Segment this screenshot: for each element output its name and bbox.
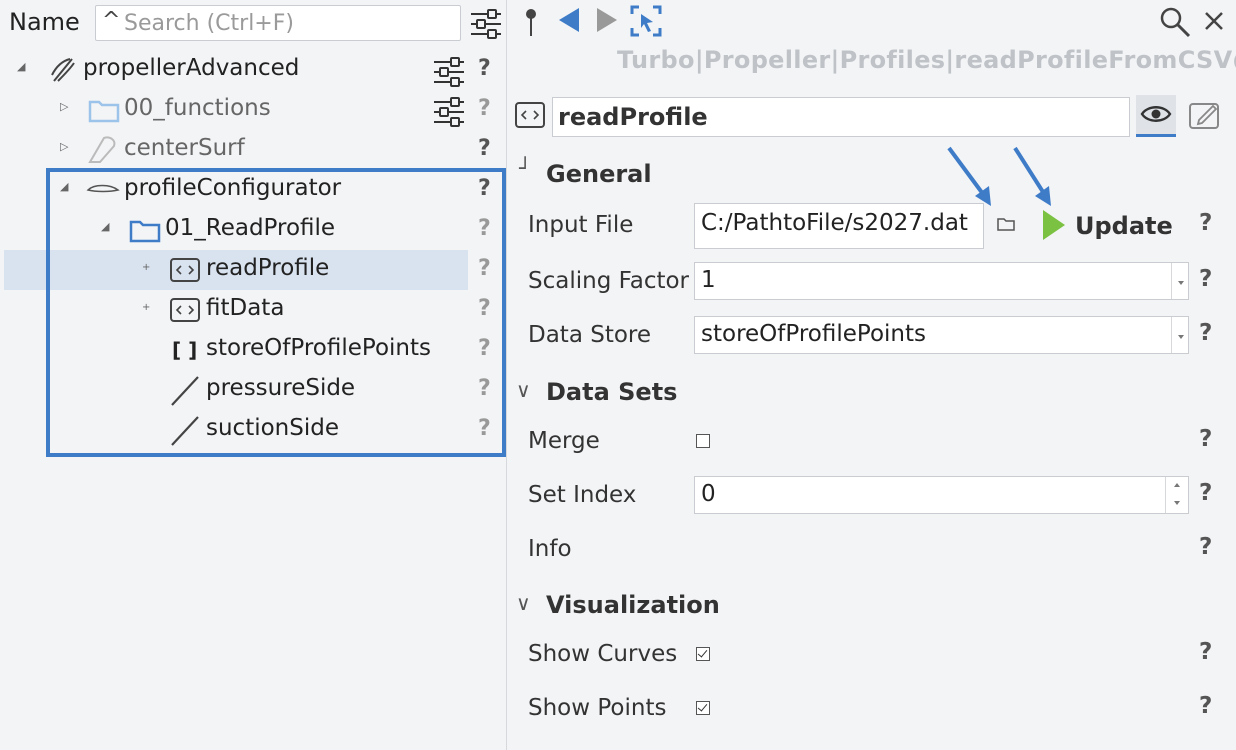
column-header-name: Name <box>9 8 80 36</box>
tree-item-00-functions[interactable]: ▷ 00_functions ? <box>0 90 506 130</box>
pin-icon[interactable] <box>521 6 541 38</box>
input-file-value: C:/PathtoFile/s2027.dat <box>701 210 968 236</box>
spin-up-icon[interactable] <box>1174 483 1180 487</box>
settings-sliders-icon[interactable] <box>434 57 464 87</box>
collapse-corner-icon[interactable]: ┘ <box>519 156 531 180</box>
search-icon[interactable] <box>1159 6 1193 38</box>
search-box: ^ <box>95 5 461 41</box>
tree-item-label: 00_functions <box>124 95 271 121</box>
help-icon[interactable]: ? <box>1199 639 1212 665</box>
help-icon[interactable]: ? <box>1199 693 1212 719</box>
input-file-field[interactable]: C:/PathtoFile/s2027.dat <box>694 203 984 249</box>
scaling-factor-label: Scaling Factor <box>528 268 690 294</box>
section-title: Data Sets <box>546 378 678 406</box>
update-button[interactable]: Update <box>1075 212 1173 240</box>
object-name-value: readProfile <box>558 103 708 131</box>
help-icon[interactable]: ? <box>478 56 491 81</box>
close-icon[interactable] <box>1203 10 1225 32</box>
data-store-label: Data Store <box>528 322 652 348</box>
section-data-sets[interactable]: ∨ Data Sets <box>516 378 678 406</box>
info-label: Info <box>528 536 572 562</box>
data-store-value: storeOfProfilePoints <box>701 321 926 347</box>
scaling-factor-value: 1 <box>701 267 716 293</box>
tree-item-center-surf[interactable]: ▷ centerSurf ? <box>0 130 506 170</box>
browse-folder-icon[interactable] <box>997 217 1015 231</box>
set-index-label: Set Index <box>528 482 637 508</box>
help-icon[interactable]: ? <box>1199 266 1212 292</box>
section-title: Visualization <box>546 591 720 619</box>
help-icon[interactable]: ? <box>1199 480 1212 506</box>
help-icon[interactable]: ? <box>1199 426 1212 452</box>
dropdown-arrow-icon[interactable] <box>1171 263 1188 299</box>
function-block-icon <box>515 102 545 128</box>
help-icon[interactable]: ? <box>478 96 491 121</box>
propeller-icon <box>51 58 75 82</box>
back-arrow-icon[interactable] <box>557 6 581 34</box>
select-in-tree-icon[interactable] <box>629 4 663 38</box>
help-icon[interactable]: ? <box>478 136 491 161</box>
show-curves-checkbox[interactable] <box>696 647 710 661</box>
play-icon[interactable] <box>1043 210 1065 240</box>
search-input[interactable] <box>124 8 454 38</box>
edit-icon[interactable] <box>1187 98 1223 134</box>
help-icon[interactable]: ? <box>1199 534 1212 560</box>
expand-arrow-icon[interactable]: ▷ <box>60 100 68 113</box>
merge-label: Merge <box>528 428 600 454</box>
section-visualization[interactable]: ∨ Visualization <box>516 591 720 619</box>
tree-panel: Name ^ ◢ propellerAdvanced ? ▷ 00_functi… <box>0 0 506 750</box>
spin-down-icon[interactable] <box>1174 501 1180 505</box>
show-points-label: Show Points <box>528 695 667 721</box>
eye-icon <box>1140 106 1172 122</box>
section-general[interactable]: ┘ General <box>519 156 652 188</box>
dropdown-arrow-icon[interactable] <box>1171 317 1188 353</box>
forward-arrow-icon[interactable] <box>595 6 619 34</box>
set-index-spinbox[interactable]: 0 <box>694 476 1189 514</box>
settings-sliders-icon[interactable] <box>434 97 464 127</box>
collapse-arrow-icon[interactable]: ◢ <box>17 60 25 73</box>
show-curves-label: Show Curves <box>528 641 678 667</box>
show-points-checkbox[interactable] <box>696 701 710 715</box>
tree-item-label: propellerAdvanced <box>83 55 300 81</box>
chevron-down-icon[interactable]: ∨ <box>516 591 531 615</box>
scaling-factor-field[interactable]: 1 <box>694 262 1189 300</box>
expand-arrow-icon[interactable]: ▷ <box>60 140 68 153</box>
folder-icon <box>88 100 120 123</box>
breadcrumb[interactable]: Turbo|Propeller|Profiles|readProfileFrom… <box>617 46 1236 74</box>
inspector-panel: Turbo|Propeller|Profiles|readProfileFrom… <box>507 0 1236 750</box>
highlight-box <box>46 168 506 457</box>
help-icon[interactable]: ? <box>1199 320 1212 346</box>
help-icon[interactable]: ? <box>1199 210 1212 236</box>
spin-buttons[interactable] <box>1165 477 1188 513</box>
view-toggle-button[interactable] <box>1136 95 1176 137</box>
search-caret-icon[interactable]: ^ <box>102 8 120 33</box>
merge-checkbox[interactable] <box>696 434 710 448</box>
data-store-field[interactable]: storeOfProfilePoints <box>694 316 1189 354</box>
tree-item-label: centerSurf <box>124 135 245 161</box>
surface-icon <box>88 136 116 163</box>
filter-settings-icon[interactable] <box>471 9 501 39</box>
set-index-value: 0 <box>701 481 716 507</box>
section-title: General <box>546 160 652 188</box>
object-name-field[interactable]: readProfile <box>552 97 1130 137</box>
input-file-label: Input File <box>528 212 634 238</box>
tree-item-propeller-advanced[interactable]: ◢ propellerAdvanced ? <box>0 50 506 90</box>
chevron-down-icon[interactable]: ∨ <box>516 378 531 402</box>
